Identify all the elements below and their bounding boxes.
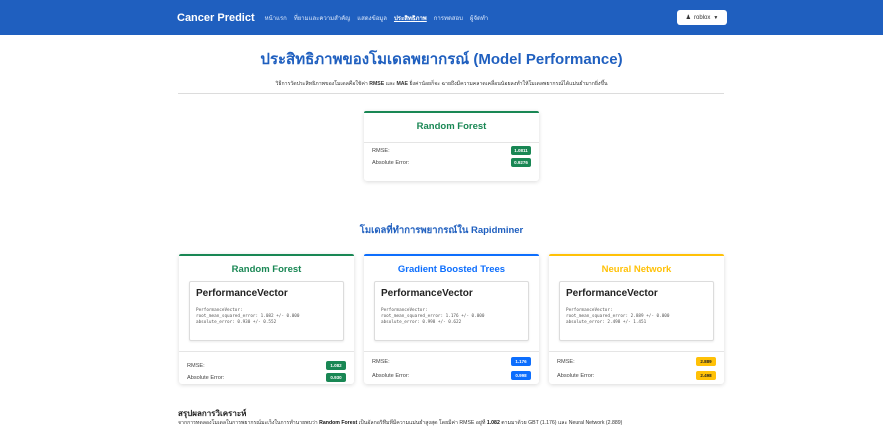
page-title: ประสิทธิภาพของโมเดลพยากรณ์ (Model Perfor… (260, 51, 623, 68)
card-accent (364, 254, 539, 256)
summary-suffix: ตามมาด้วย GBT (1.176) และ Neural Network… (501, 420, 623, 426)
performance-vector-title: PerformanceVector (381, 288, 473, 299)
performance-vector-title: PerformanceVector (196, 288, 288, 299)
absolute-error-row: Absolute Error: 2.498 (557, 371, 716, 380)
absolute-error-badge: 0.930 (326, 373, 346, 382)
chevron-down-icon: ▼ (713, 14, 719, 21)
rmse-row: RMSE: 1.176 (372, 357, 531, 366)
nav-link-test[interactable]: การทดสอบ (434, 13, 463, 23)
summary-text: จากการทดลองโมเดลในการพยากรณ์มะเร็งในการท… (178, 419, 738, 427)
summary-model: Random Forest (319, 420, 358, 426)
rmse-label: RMSE: (557, 358, 575, 365)
rmse-badge: 2.889 (696, 357, 716, 366)
divider (178, 93, 724, 94)
user-label: roblox (694, 14, 711, 21)
performance-vector-output: PerformanceVector: root_mean_squared_erro… (381, 308, 484, 326)
absolute-error-badge: 0.9276 (511, 158, 531, 167)
user-icon: ♟ (685, 15, 692, 21)
absolute-error-badge: 0.998 (511, 371, 531, 380)
rmse-badge: 1.0811 (511, 146, 531, 155)
card-accent (179, 254, 354, 256)
rmse-row: RMSE: 1.0811 (372, 146, 531, 155)
absolute-error-badge: 2.498 (696, 371, 716, 380)
card-title: Random Forest (231, 264, 302, 275)
absolute-error-row: Absolute Error: 0.9276 (372, 158, 531, 167)
rmse-label: RMSE: (372, 358, 390, 365)
rmse-label: RMSE: (187, 362, 205, 369)
performance-vector-title: PerformanceVector (566, 288, 658, 299)
performance-vector-panel: PerformanceVector PerformanceVector: root… (189, 281, 344, 341)
performance-vector-panel: PerformanceVector PerformanceVector: root… (559, 281, 714, 341)
card-divider (179, 351, 354, 352)
card-divider (364, 142, 539, 143)
navbar: Cancer Predict หน้าแรก ที่ยามและความสำคั… (0, 0, 883, 35)
rmse-label: RMSE: (372, 147, 390, 154)
rmse-row: RMSE: 1.082 (187, 361, 346, 370)
nav-link-performance[interactable]: ประสิทธิภาพ (394, 13, 427, 23)
model-card-random-forest: Random Forest PerformanceVector Performa… (179, 254, 354, 384)
description-rmse: RMSE (369, 81, 385, 87)
summary-card-random-forest: Random Forest RMSE: 1.0811 Absolute Erro… (364, 111, 539, 181)
rmse-row: RMSE: 2.889 (557, 357, 716, 366)
summary-mid: เป็นอัลกอริทึมที่มีความแม่นยำสูงสุด โดยม… (358, 420, 486, 426)
rmse-badge: 1.176 (511, 357, 531, 366)
card-accent (549, 254, 724, 256)
absolute-error-row: Absolute Error: 0.930 (187, 373, 346, 382)
nav-link-authors[interactable]: ผู้จัดทำ (470, 13, 488, 23)
nav-link-home[interactable]: หน้าแรก (265, 13, 287, 23)
card-title: Gradient Boosted Trees (397, 264, 506, 275)
user-menu-button[interactable]: ♟ roblox ▼ (677, 10, 727, 25)
card-divider (549, 351, 724, 352)
model-card-neural-network: Neural Network PerformanceVector Perform… (549, 254, 724, 384)
description-prefix: วิธีการวัดประสิทธิภาพของโมเดลคือใช้ค่า (275, 81, 368, 87)
pv-line: absolute_error: 0.930 +/- 0.552 (196, 320, 277, 325)
absolute-error-label: Absolute Error: (372, 159, 410, 166)
absolute-error-label: Absolute Error: (187, 374, 225, 381)
description-and: และ (385, 81, 395, 87)
pv-line: absolute_error: 0.998 +/- 0.622 (381, 320, 462, 325)
absolute-error-row: Absolute Error: 0.998 (372, 371, 531, 380)
nav-link-background[interactable]: ที่ยามและความสำคัญ (294, 13, 350, 23)
nav-links: หน้าแรก ที่ยามและความสำคัญ แสดงข้อมูล ปร… (265, 13, 496, 23)
page-description: วิธีการวัดประสิทธิภาพของโมเดลคือใช้ค่า R… (0, 80, 883, 88)
rmse-badge: 1.082 (326, 361, 346, 370)
description-suffix: ยิ่งค่าน้อยก็จะ ฉายถึงมีความคลาดเคลื่อนน… (409, 81, 608, 87)
absolute-error-label: Absolute Error: (557, 372, 595, 379)
performance-vector-panel: PerformanceVector PerformanceVector: root… (374, 281, 529, 341)
performance-vector-output: PerformanceVector: root_mean_squared_erro… (196, 308, 299, 326)
summary-prefix: จากการทดลองโมเดลในการพยากรณ์มะเร็งในการท… (178, 420, 318, 426)
card-accent (364, 111, 539, 113)
card-divider (364, 351, 539, 352)
description-mae: MAE (396, 81, 408, 87)
pv-line: absolute_error: 2.498 +/- 1.451 (566, 320, 647, 325)
brand-logo[interactable]: Cancer Predict (177, 12, 255, 24)
card-title: Random Forest (416, 121, 487, 132)
summary-value: 1.082 (486, 420, 500, 426)
card-title: Neural Network (601, 264, 672, 275)
performance-vector-output: PerformanceVector: root_mean_squared_erro… (566, 308, 669, 326)
nav-link-data[interactable]: แสดงข้อมูล (357, 13, 387, 23)
absolute-error-label: Absolute Error: (372, 372, 410, 379)
model-card-gradient-boosted-trees: Gradient Boosted Trees PerformanceVector… (364, 254, 539, 384)
rapidminer-title: โมเดลที่ทำการพยากรณ์ใน Rapidminer (359, 225, 524, 236)
